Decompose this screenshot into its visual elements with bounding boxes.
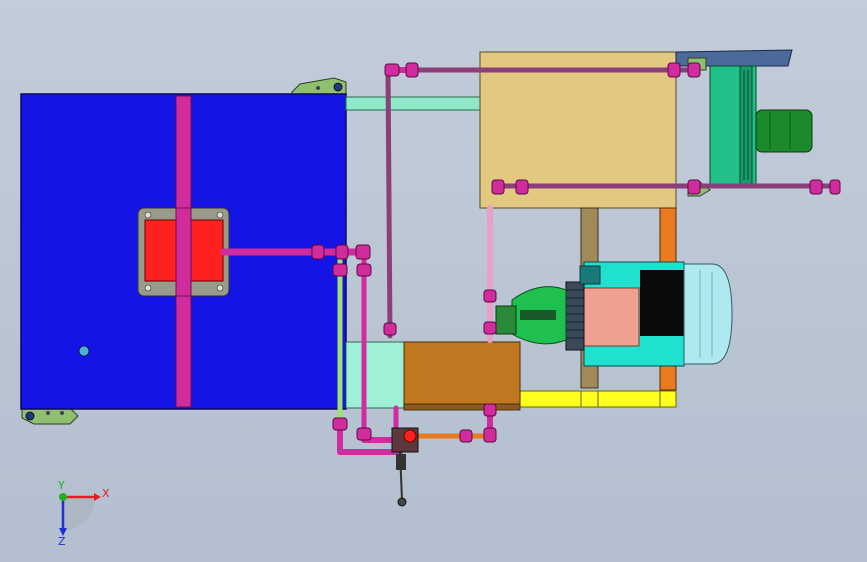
hydraulic-pump — [495, 286, 567, 345]
suction-duct — [345, 341, 405, 409]
fan-motor — [755, 109, 813, 153]
z-axis-label: Z — [58, 535, 66, 548]
motor-terminal-box — [580, 287, 640, 347]
tank-inspection-cover — [137, 207, 230, 297]
mounting-bracket-bottom — [21, 407, 79, 425]
electric-motor — [565, 261, 733, 367]
tank-sight-glass — [78, 345, 90, 357]
y-axis-label: Y — [57, 479, 65, 492]
cad-viewport[interactable]: X Y Z — [0, 0, 867, 562]
x-axis-label: X — [102, 487, 110, 500]
return-duct — [345, 96, 481, 111]
valve-block — [403, 341, 521, 411]
pressure-manifold — [391, 427, 419, 507]
assembly-drawing: X Y Z — [20, 49, 841, 548]
y-axis-marker — [59, 493, 67, 501]
axis-triad: X Y Z — [57, 479, 110, 548]
